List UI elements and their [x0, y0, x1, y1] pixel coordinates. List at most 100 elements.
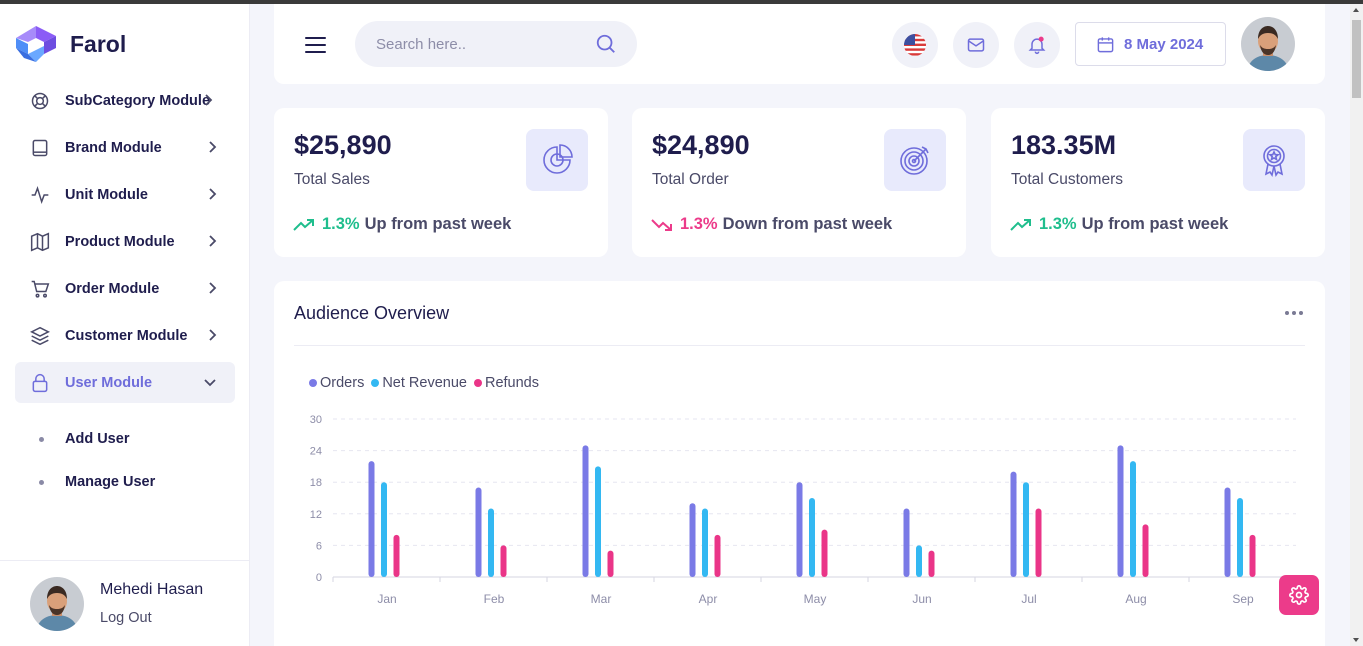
- scroll-down-arrow-icon[interactable]: [1353, 638, 1359, 642]
- audience-overview-panel: Audience Overview Orders Net Revenue Ref…: [274, 281, 1325, 646]
- x-tick-label: Jan: [377, 592, 396, 606]
- scrollbar-thumb[interactable]: [1352, 20, 1361, 98]
- bar-net-revenue: [488, 508, 494, 577]
- stat-value: $24,890: [652, 130, 750, 160]
- bar-refunds: [714, 534, 721, 577]
- gear-icon: [1289, 585, 1309, 605]
- bar-refunds: [607, 550, 614, 577]
- cart-icon: [30, 279, 50, 299]
- book-icon: [30, 138, 50, 158]
- stat-trend-text: Up from past week: [364, 215, 512, 233]
- user-name: Mehedi Hasan: [100, 581, 204, 598]
- chevron-right-icon: [205, 94, 213, 106]
- bar-refunds: [1035, 508, 1042, 577]
- sidebar-item-label: Unit Module: [65, 186, 148, 203]
- bullet-dot: [39, 436, 44, 442]
- bar-orders: [582, 445, 589, 577]
- bar-net-revenue: [702, 508, 708, 577]
- trend-up-icon: [1010, 218, 1031, 231]
- bar-orders: [689, 503, 696, 577]
- calendar-icon: [1097, 36, 1114, 52]
- chevron-right-icon: [209, 282, 217, 294]
- scroll-up-arrow-icon[interactable]: [1353, 8, 1359, 12]
- pie-chart-icon: [526, 129, 588, 191]
- bar-net-revenue: [1023, 482, 1029, 577]
- stat-label: Total Sales: [294, 171, 370, 188]
- language-button[interactable]: [892, 22, 938, 68]
- bar-orders: [796, 482, 803, 577]
- bar-refunds: [393, 534, 400, 577]
- sidebar-subitem-label: Add User: [65, 431, 130, 447]
- sidebar-item-subcategory[interactable]: SubCategory Module: [15, 80, 235, 121]
- target-icon: [884, 129, 946, 191]
- bar-net-revenue: [1130, 461, 1136, 577]
- profile-avatar[interactable]: [1241, 17, 1295, 71]
- stat-trend: 1.3% Up from past week: [1010, 215, 1228, 234]
- sidebar-item-label: Brand Module: [65, 139, 162, 156]
- stat-percent: 1.3%: [680, 215, 718, 233]
- date-picker-button[interactable]: 8 May 2024: [1075, 22, 1226, 66]
- sidebar-item-unit[interactable]: Unit Module: [15, 174, 235, 215]
- bullet-dot: [39, 479, 44, 485]
- stat-percent: 1.3%: [322, 215, 360, 233]
- award-icon: [1243, 129, 1305, 191]
- x-tick-label: Mar: [591, 592, 612, 606]
- vertical-scrollbar[interactable]: [1350, 4, 1363, 646]
- bar-refunds: [928, 550, 935, 577]
- bar-net-revenue: [916, 545, 922, 577]
- sidebar-subitem-label: Manage User: [65, 474, 156, 490]
- menu-toggle-icon[interactable]: [305, 36, 327, 54]
- x-tick-label: Sep: [1232, 592, 1254, 606]
- stat-card-total-customers: 183.35M Total Customers 1.3% Up from pas…: [991, 108, 1325, 257]
- bell-icon: [1028, 36, 1046, 55]
- us-flag-icon: [904, 34, 926, 56]
- y-tick-label: 30: [310, 414, 322, 426]
- search-icon[interactable]: [595, 33, 617, 60]
- bar-orders: [475, 487, 482, 577]
- search-input[interactable]: [355, 21, 585, 67]
- activity-icon: [30, 185, 50, 205]
- trend-up-icon: [293, 218, 314, 231]
- settings-fab[interactable]: [1279, 575, 1319, 615]
- window-top-border: [0, 0, 1363, 4]
- sidebar: Farol SubCategory Module Brand Module Un…: [0, 4, 250, 646]
- bar-net-revenue: [595, 466, 601, 577]
- y-tick-label: 12: [310, 509, 322, 521]
- lifebuoy-icon: [30, 91, 50, 111]
- x-tick-label: Aug: [1125, 592, 1146, 606]
- x-tick-label: Feb: [484, 592, 505, 606]
- sidebar-subitem-add-user[interactable]: Add User: [15, 424, 235, 454]
- avatar[interactable]: [30, 577, 84, 631]
- brand-logo[interactable]: Farol: [14, 24, 126, 64]
- logout-link[interactable]: Log Out: [100, 610, 152, 626]
- x-tick-label: Jul: [1021, 592, 1036, 606]
- stat-value: 183.35M: [1011, 130, 1117, 160]
- stat-trend: 1.3% Up from past week: [293, 215, 511, 234]
- sidebar-subitem-manage-user[interactable]: Manage User: [15, 467, 235, 497]
- bar-net-revenue: [381, 482, 387, 577]
- sidebar-item-order[interactable]: Order Module: [15, 268, 235, 309]
- stat-label: Total Customers: [1011, 171, 1123, 188]
- messages-button[interactable]: [953, 22, 999, 68]
- stat-percent: 1.3%: [1039, 215, 1077, 233]
- chevron-right-icon: [209, 235, 217, 247]
- stat-trend-text: Up from past week: [1081, 215, 1229, 233]
- chevron-down-icon: [204, 379, 216, 387]
- chevron-right-icon: [209, 329, 217, 341]
- sidebar-item-user[interactable]: User Module: [15, 362, 235, 403]
- bar-refunds: [1142, 524, 1149, 577]
- bar-orders: [368, 461, 375, 577]
- sidebar-item-product[interactable]: Product Module: [15, 221, 235, 262]
- farol-logo-icon: [16, 26, 56, 62]
- sidebar-item-label: Customer Module: [65, 327, 188, 344]
- sidebar-item-label: Product Module: [65, 233, 175, 250]
- bar-orders: [1224, 487, 1231, 577]
- stat-trend: 1.3% Down from past week: [651, 215, 892, 234]
- sidebar-item-customer[interactable]: Customer Module: [15, 315, 235, 356]
- y-tick-label: 0: [316, 572, 322, 584]
- search-bar: [355, 21, 637, 67]
- sidebar-item-brand[interactable]: Brand Module: [15, 127, 235, 168]
- y-tick-label: 6: [316, 540, 322, 552]
- bar-orders: [903, 508, 910, 577]
- notifications-button[interactable]: [1014, 22, 1060, 68]
